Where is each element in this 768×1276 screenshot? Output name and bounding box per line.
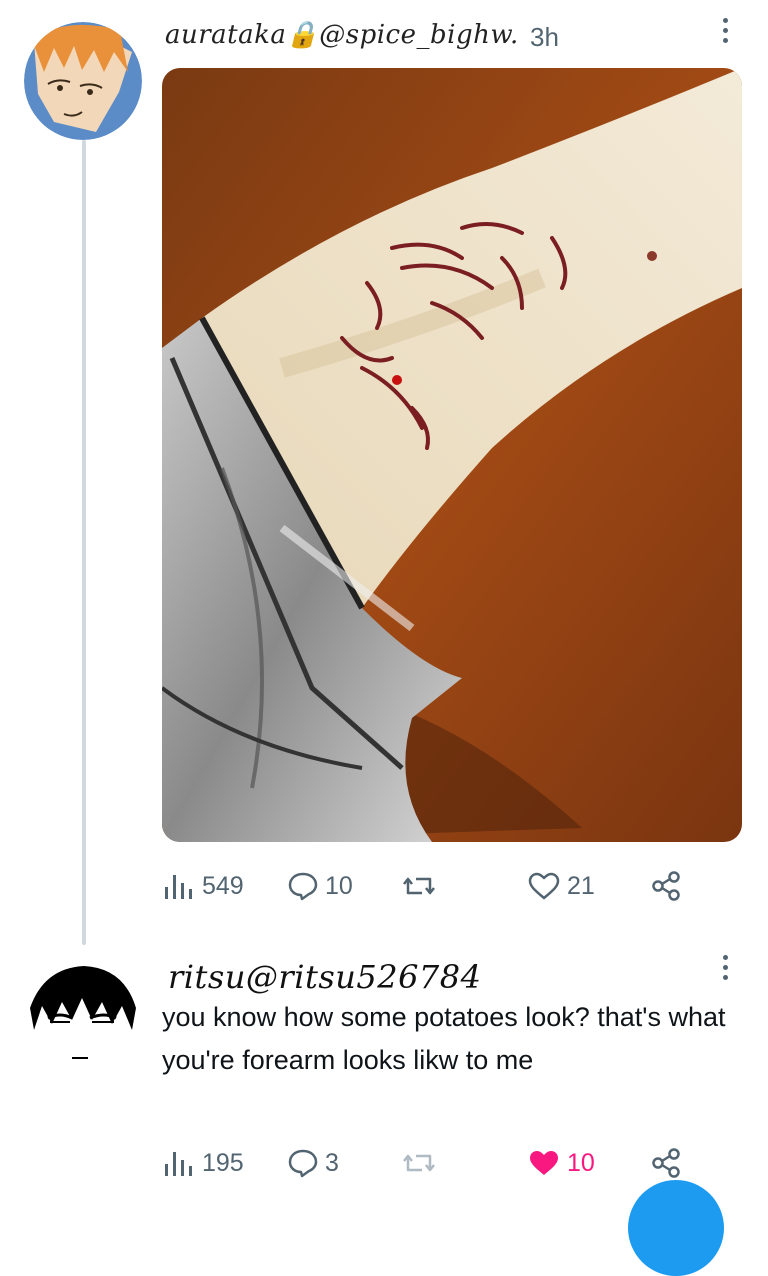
post-timestamp[interactable]: 3h: [530, 22, 559, 53]
reply-author-handwritten-name[interactable]: ritsu@ritsu526784: [168, 958, 482, 996]
reply-reply-count: 3: [325, 1148, 339, 1177]
reply-bubble-icon: [288, 1149, 318, 1178]
reply-views-button[interactable]: 195: [162, 1148, 244, 1178]
reply-repost-button[interactable]: [402, 1148, 442, 1178]
reply-views-count: 195: [202, 1148, 244, 1177]
reply-reply-button[interactable]: 3: [287, 1148, 339, 1178]
heart-filled-icon: [530, 1151, 558, 1175]
reply-like-count: 10: [567, 1148, 595, 1177]
reply-bubble-icon: [288, 872, 318, 901]
reply-count: 10: [325, 871, 353, 900]
views-icon: [165, 1152, 192, 1176]
post-more-icon[interactable]: [715, 18, 735, 43]
like-count: 21: [567, 871, 595, 900]
repost-button[interactable]: [402, 871, 442, 901]
compose-fab-button[interactable]: [628, 1180, 724, 1276]
thread-connector-line: [82, 140, 86, 945]
share-icon: [652, 1148, 680, 1178]
author-handwritten-name[interactable]: aurataka🔒@spice_bighw.: [165, 20, 519, 50]
share-button[interactable]: [650, 870, 682, 902]
views-count: 549: [202, 871, 244, 900]
reply-body-text: you know how some potatoes look? that's …: [162, 1002, 726, 1075]
reply-more-icon[interactable]: [715, 955, 735, 980]
share-icon: [652, 871, 680, 901]
post-action-bar: 549 10 21: [162, 866, 722, 906]
views-icon: [165, 875, 192, 899]
author-avatar[interactable]: [24, 22, 142, 140]
repost-icon: [403, 877, 435, 895]
reply-share-button[interactable]: [650, 1147, 682, 1179]
views-button[interactable]: 549: [162, 871, 244, 901]
post-media-artwork[interactable]: [162, 68, 742, 842]
reply-author-avatar[interactable]: [24, 958, 142, 1076]
reply-button[interactable]: 10: [287, 871, 353, 901]
reply-action-bar: 195 3 10: [162, 1143, 722, 1183]
like-button[interactable]: 21: [527, 871, 595, 901]
reply-like-button[interactable]: 10: [527, 1148, 595, 1178]
heart-outline-icon: [528, 872, 560, 900]
repost-icon: [403, 1154, 435, 1172]
